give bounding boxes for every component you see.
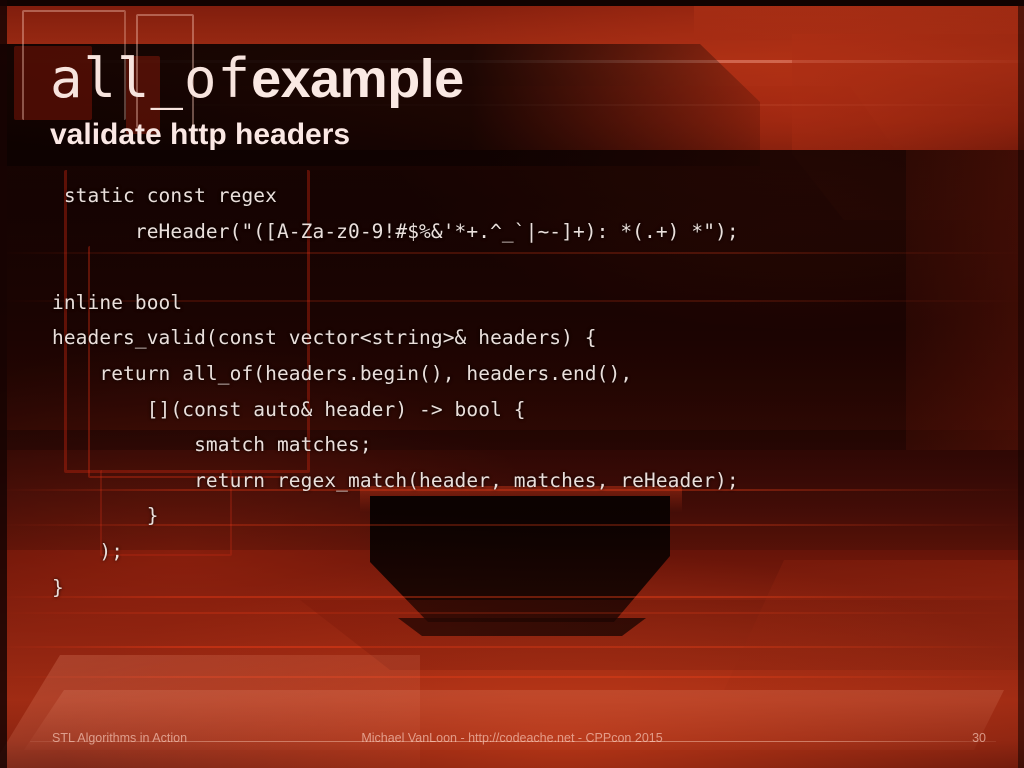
vignette-overlay [0, 0, 1024, 768]
slide: all_ofexample validate http headers stat… [0, 0, 1024, 768]
